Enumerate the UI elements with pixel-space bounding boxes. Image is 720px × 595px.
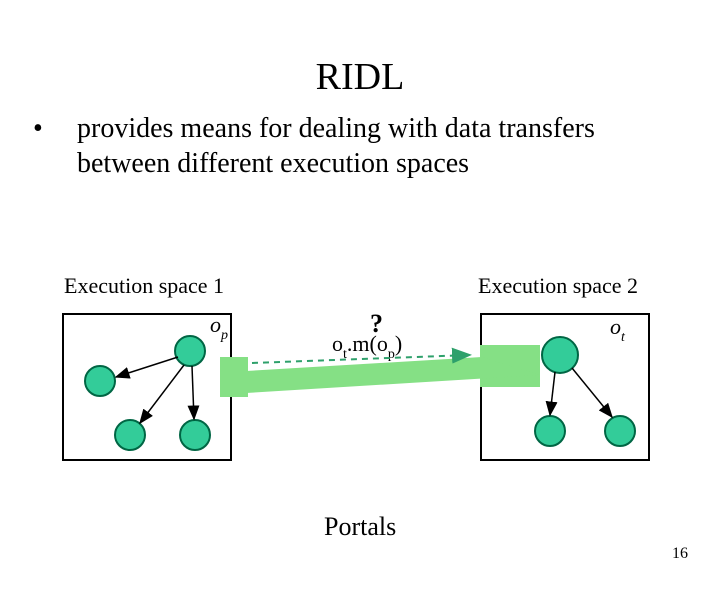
page-number: 16 xyxy=(672,545,688,563)
portal-left xyxy=(220,357,248,397)
ot-label: ot xyxy=(610,314,625,344)
bullet-dot: • xyxy=(55,111,77,146)
call-pre: o xyxy=(332,331,343,356)
footer-label: Portals xyxy=(324,512,396,542)
call-sub2: p xyxy=(388,347,395,362)
ot-base: o xyxy=(610,314,621,339)
op-label: op xyxy=(210,312,228,342)
space1-box xyxy=(62,313,232,461)
call-label: ot.m(op) xyxy=(332,331,402,361)
op-base: o xyxy=(210,312,221,337)
call-post: ) xyxy=(395,331,402,356)
space1-label: Execution space 1 xyxy=(64,273,224,299)
ot-sub: t xyxy=(621,330,625,345)
space2-label: Execution space 2 xyxy=(478,273,638,299)
call-sub1: t xyxy=(343,347,347,362)
call-mid: .m(o xyxy=(347,331,388,356)
bullet-line: •provides means for dealing with data tr… xyxy=(55,111,680,181)
page-title: RIDL xyxy=(0,55,720,99)
portal-right xyxy=(480,345,540,387)
bullet-text: provides means for dealing with data tra… xyxy=(77,113,595,179)
op-sub: p xyxy=(221,328,228,343)
